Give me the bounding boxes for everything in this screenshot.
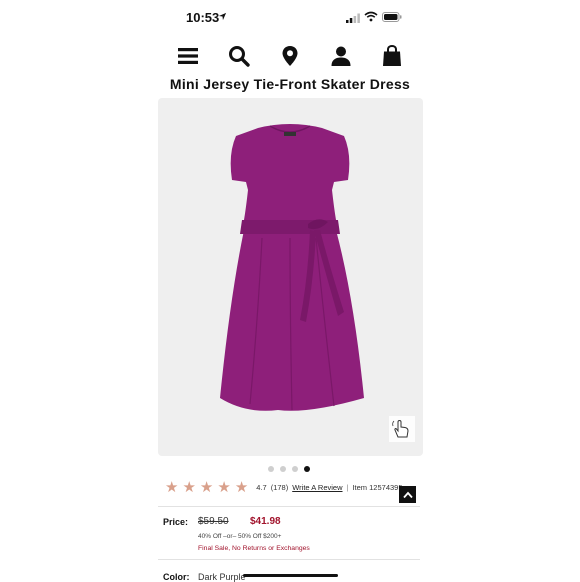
carousel-dots xyxy=(268,466,310,472)
star-icon: ★ xyxy=(234,479,249,496)
menu-icon[interactable] xyxy=(176,44,200,68)
star-icon: ★ xyxy=(217,479,231,496)
divider xyxy=(158,559,420,560)
star-icon: ★ xyxy=(199,479,214,496)
status-time: 10:53 xyxy=(186,10,220,25)
review-count: (178) xyxy=(270,483,289,492)
price-label: Price: xyxy=(163,517,189,527)
product-title: Mini Jersey Tie-Front Skater Dress xyxy=(169,76,411,92)
location-pin-icon[interactable] xyxy=(278,44,302,68)
divider xyxy=(158,506,420,507)
original-price: $59.50 xyxy=(198,516,229,527)
color-value: Dark Purple xyxy=(198,572,246,582)
final-sale-notice: Final Sale, No Returns or Exchanges xyxy=(198,545,310,552)
account-icon[interactable] xyxy=(329,44,353,68)
chevron-up-icon xyxy=(402,491,413,498)
color-label: Color: xyxy=(163,572,190,582)
dress-image xyxy=(220,124,364,411)
product-image[interactable] xyxy=(158,98,423,456)
carousel-dot[interactable] xyxy=(268,466,274,472)
star-icon: ★ xyxy=(182,479,196,496)
battery-icon xyxy=(382,12,402,22)
rating-row: ★ ★ ★ ★ ★ 4.7 (178) Write A Review | Ite… xyxy=(165,480,407,495)
home-indicator[interactable] xyxy=(243,574,338,577)
scroll-to-top-button[interactable] xyxy=(399,486,416,503)
star-rating: ★ ★ ★ ★ ★ xyxy=(165,480,252,495)
promo-text: 40% Off –or– 50% Off $200+ xyxy=(198,533,282,540)
carousel-dot[interactable] xyxy=(280,466,286,472)
separator: | xyxy=(346,483,349,492)
cellular-signal-icon xyxy=(346,13,360,23)
write-review-link[interactable]: Write A Review xyxy=(292,483,342,492)
wifi-icon xyxy=(364,11,378,22)
location-arrow-icon xyxy=(218,12,227,21)
rating-value: 4.7 xyxy=(256,483,267,492)
search-icon[interactable] xyxy=(227,44,251,68)
sale-price: $41.98 xyxy=(250,516,281,527)
item-number: Item 12574395 xyxy=(352,483,403,492)
carousel-dot-active[interactable] xyxy=(304,466,310,472)
carousel-dot[interactable] xyxy=(292,466,298,472)
star-icon: ★ xyxy=(165,479,179,496)
zoom-hand-icon[interactable] xyxy=(389,416,415,442)
shopping-bag-icon[interactable] xyxy=(380,44,404,68)
